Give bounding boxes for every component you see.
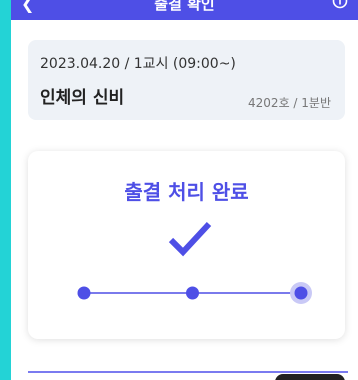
info-icon[interactable] <box>332 0 348 9</box>
check-icon <box>168 221 212 257</box>
bottom-divider <box>28 371 348 373</box>
attendance-status-card: 출결 처리 완료 <box>28 151 345 339</box>
progress-step-3 <box>294 286 308 300</box>
class-info-card: 2023.04.20 / 1교시 (09:00~) 인체의 신비 4202호 /… <box>28 40 345 120</box>
class-room: 4202호 / 1분반 <box>248 96 331 110</box>
app-bar: ❮ 출결 확인 <box>11 0 358 20</box>
app-screen: ❮ 출결 확인 2023.04.20 / 1교시 (09:00~) 인체의 신비… <box>11 0 358 380</box>
page-title: 출결 확인 <box>154 0 215 13</box>
bottom-button-edge[interactable] <box>275 374 345 380</box>
class-name: 인체의 신비 <box>40 88 125 108</box>
attendance-status-title: 출결 처리 완료 <box>124 180 249 204</box>
class-date-period: 2023.04.20 / 1교시 (09:00~) <box>40 56 236 72</box>
attendance-progress <box>77 282 312 304</box>
progress-step-1 <box>77 286 91 300</box>
progress-step-2 <box>186 286 199 300</box>
